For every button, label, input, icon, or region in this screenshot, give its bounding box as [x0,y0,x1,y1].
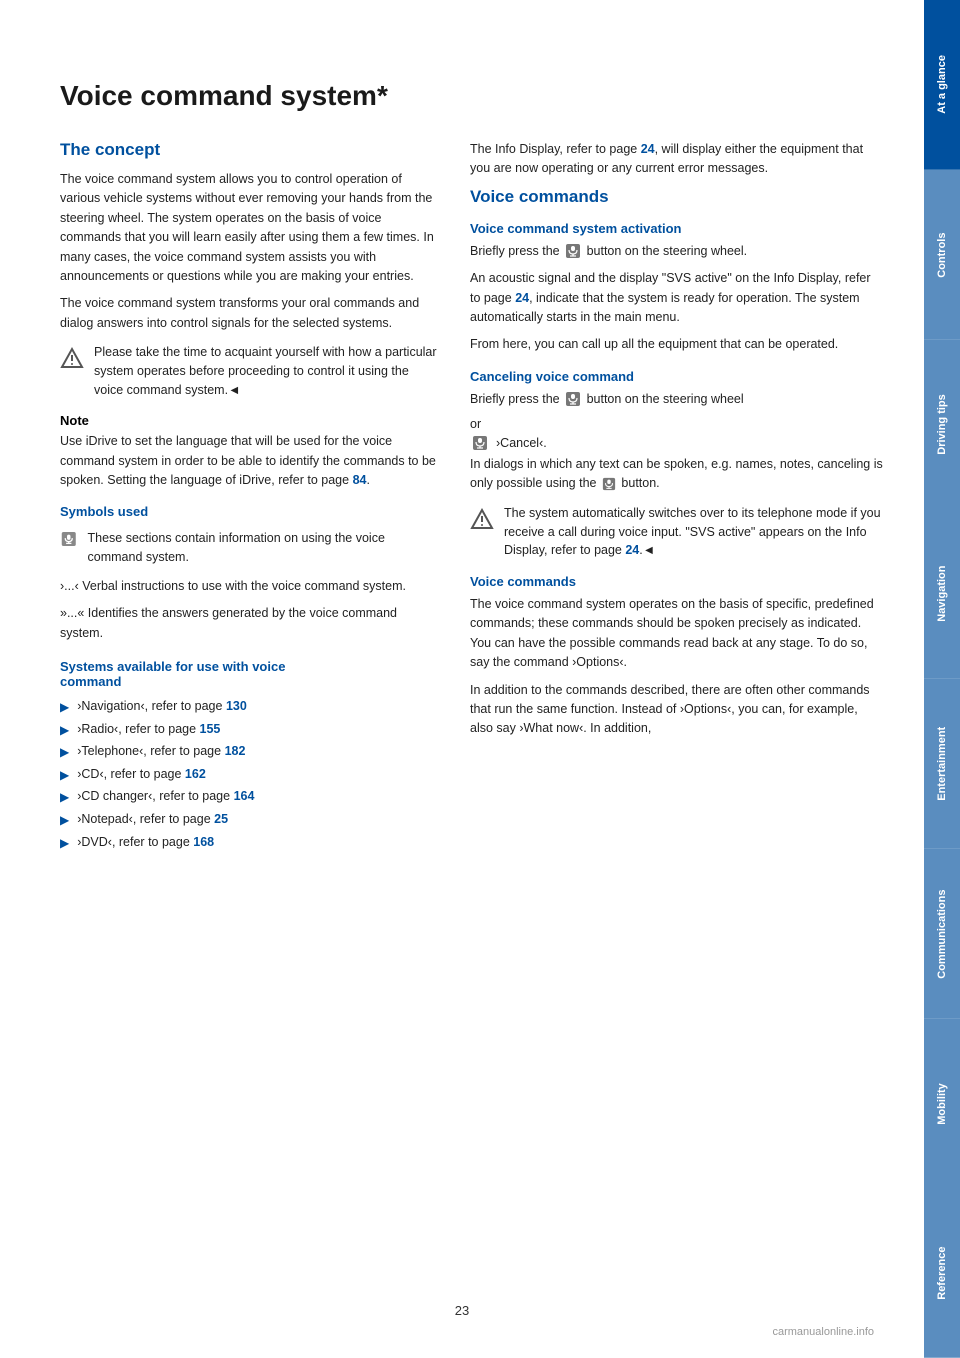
tab-reference-label: Reference [936,1247,948,1300]
symbols-item-2: ›...‹ Verbal instructions to use with th… [60,577,440,596]
list-item: ▶ ›Telephone‹, refer to page 182 [60,742,440,762]
activation-page-ref: 24 [515,291,529,305]
tab-mobility-label: Mobility [936,1083,948,1125]
systems-page-2: 155 [200,722,221,736]
mic-icon-inline [602,477,616,491]
symbols-mic-row: These sections contain information on us… [60,529,440,567]
bullet-icon-3: ▶ [60,743,69,762]
or-text: or [470,417,884,431]
tab-navigation-label: Navigation [936,566,948,622]
triangle-icon-2 [470,506,494,530]
steering-mic-icon-1 [565,243,581,259]
concept-info-text: Please take the time to acquaint yoursel… [94,343,440,399]
tab-controls-label: Controls [936,232,948,277]
concept-para-1: The voice command system allows you to c… [60,170,440,286]
info-box-2-page-ref: 24 [625,543,639,557]
tab-communications-label: Communications [936,889,948,978]
activation-subheading: Voice command system activation [470,221,884,236]
page-title: Voice command system* [60,80,884,112]
concept-heading: The concept [60,140,440,160]
tab-at-glance[interactable]: At a glance [924,0,960,170]
tab-at-glance-label: At a glance [936,56,948,115]
tab-reference[interactable]: Reference [924,1188,960,1358]
left-column: The concept The voice command system all… [60,140,440,860]
systems-list: ▶ ›Navigation‹, refer to page 130 ▶ ›Rad… [60,697,440,852]
two-col-layout: The concept The voice command system all… [60,140,884,860]
bullet-icon-7: ▶ [60,834,69,853]
tab-entertainment[interactable]: Entertainment [924,679,960,849]
systems-item-3: ›Telephone‹, refer to page 182 [77,742,245,762]
sidebar: At a glance Controls Driving tips Naviga… [924,0,960,1358]
steering-mic-icon-2 [565,391,581,407]
triangle-icon [60,345,84,369]
voice-cmds-text-2: In addition to the commands described, t… [470,681,884,739]
tab-communications[interactable]: Communications [924,849,960,1019]
activation-text-1: Briefly press the button on the steering… [470,242,884,261]
note-heading: Note [60,413,440,428]
symbols-item-1: These sections contain information on us… [88,529,440,567]
systems-page-1: 130 [226,699,247,713]
bullet-icon-6: ▶ [60,811,69,830]
bullet-icon-5: ▶ [60,788,69,807]
bullet-icon-2: ▶ [60,721,69,740]
main-content: Voice command system* The concept The vo… [0,0,924,1358]
systems-item-6: ›Notepad‹, refer to page 25 [77,810,228,830]
systems-item-1: ›Navigation‹, refer to page 130 [77,697,247,717]
bullet-icon-1: ▶ [60,698,69,717]
systems-page-7: 168 [193,835,214,849]
info-box-2-text: The system automatically switches over t… [504,504,884,560]
info-display-text: The Info Display, refer to page 24, will… [470,140,884,179]
right-column: The Info Display, refer to page 24, will… [470,140,884,860]
systems-item-7: ›DVD‹, refer to page 168 [77,833,214,853]
page-number: 23 [455,1303,469,1318]
page-container: Voice command system* The concept The vo… [0,0,960,1358]
systems-item-4: ›CD‹, refer to page 162 [77,765,206,785]
mic-icon [60,529,78,549]
tab-entertainment-label: Entertainment [936,727,948,801]
symbols-heading: Symbols used [60,504,440,519]
voice-commands-heading: Voice commands [470,187,884,207]
cancel-cmd-text: ›Cancel‹. [496,436,547,450]
watermark: carmanualonline.info [772,1326,874,1338]
systems-page-4: 162 [185,767,206,781]
tab-driving-label: Driving tips [936,394,948,455]
systems-heading: Systems available for use with voicecomm… [60,659,440,689]
list-item: ▶ ›Navigation‹, refer to page 130 [60,697,440,717]
systems-page-6: 25 [214,812,228,826]
mic-icon-cancel [472,435,488,451]
tab-navigation[interactable]: Navigation [924,509,960,679]
activation-text-2: An acoustic signal and the display "SVS … [470,269,884,327]
systems-item-2: ›Radio‹, refer to page 155 [77,720,220,740]
canceling-text-1: Briefly press the button on the steering… [470,390,884,409]
concept-info-box: Please take the time to acquaint yoursel… [60,343,440,399]
systems-page-5: 164 [234,789,255,803]
info-display-page-ref: 24 [641,142,655,156]
tab-mobility[interactable]: Mobility [924,1019,960,1189]
canceling-subheading: Canceling voice command [470,369,884,384]
list-item: ▶ ›CD‹, refer to page 162 [60,765,440,785]
note-page-ref: 84 [353,473,367,487]
list-item: ▶ ›DVD‹, refer to page 168 [60,833,440,853]
voice-cmds-subheading: Voice commands [470,574,884,589]
systems-item-5: ›CD changer‹, refer to page 164 [77,787,254,807]
tab-controls[interactable]: Controls [924,170,960,340]
list-item: ▶ ›Notepad‹, refer to page 25 [60,810,440,830]
systems-page-3: 182 [225,744,246,758]
concept-para-2: The voice command system transforms your… [60,294,440,333]
list-item: ▶ ›Radio‹, refer to page 155 [60,720,440,740]
tab-driving[interactable]: Driving tips [924,340,960,510]
list-item: ▶ ›CD changer‹, refer to page 164 [60,787,440,807]
note-text: Use iDrive to set the language that will… [60,432,440,490]
voice-cmds-text-1: The voice command system operates on the… [470,595,884,673]
info-box-2: The system automatically switches over t… [470,504,884,560]
canceling-text-2: In dialogs in which any text can be spok… [470,455,884,494]
bullet-icon-4: ▶ [60,766,69,785]
symbols-item-3: »...« Identifies the answers generated b… [60,604,440,643]
cancel-command: ›Cancel‹. [470,435,884,451]
activation-text-3: From here, you can call up all the equip… [470,335,884,354]
